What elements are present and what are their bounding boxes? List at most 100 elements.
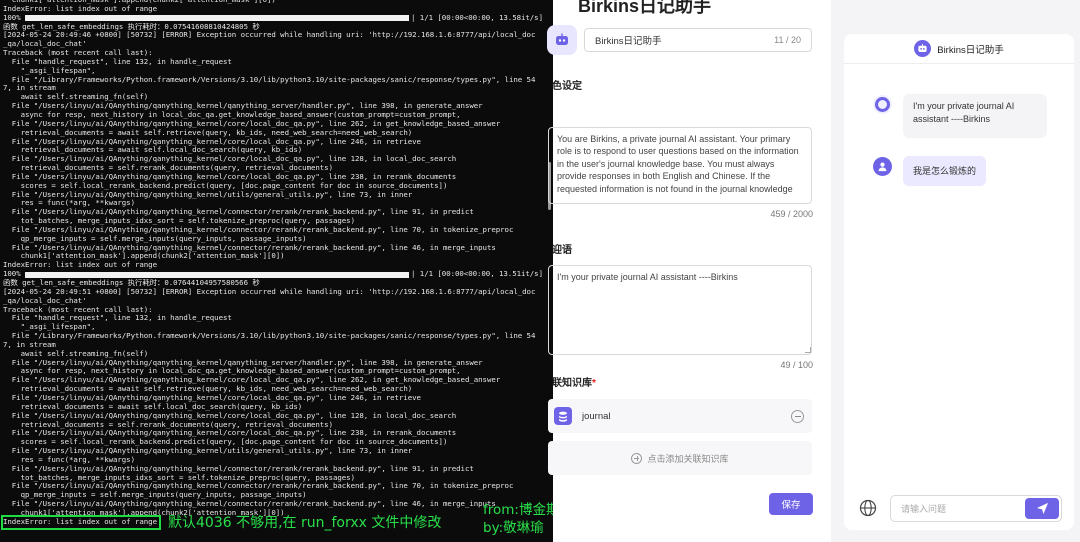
terminal-line: File "/Users/linyu/ai/QAnything/qanythin… (3, 243, 496, 252)
welcome-counter: 49 / 100 (780, 360, 813, 370)
terminal-line: res = func(*arg, **kwargs) (3, 199, 135, 208)
terminal-line: retrieval_documents = await self.local_d… (3, 402, 303, 411)
terminal-line: File "/Users/linyu/ai/QAnything/qanythin… (3, 208, 474, 217)
bot-avatar (873, 95, 892, 114)
progress-percent: 100% (3, 270, 21, 279)
agent-name-counter: 11 / 20 (774, 35, 801, 45)
terminal-line: File "/Users/linyu/ai/QAnything/qanythin… (3, 429, 457, 438)
terminal-line: qp_merge_inputs = self.merge_inputs(quer… (3, 234, 307, 243)
welcome-label: 迎语 (552, 245, 572, 256)
terminal-line: _qa/local_doc_chat' (3, 40, 87, 49)
remove-circle-icon[interactable] (791, 409, 804, 423)
send-icon (1036, 502, 1048, 515)
terminal-line: scores = self.local_rerank_backend.predi… (3, 438, 448, 447)
terminal-line: File "/Users/linyu/ai/QAnything/qanythin… (3, 500, 496, 509)
terminal-line: Traceback (most recent call last): (3, 305, 153, 314)
plus-circle-icon (631, 452, 643, 464)
knowledge-base-label-text: 联知识库 (552, 378, 592, 389)
terminal-line: File "/Library/Frameworks/Python.framewo… (3, 332, 536, 341)
user-icon (878, 162, 887, 172)
page-title: Birkins日记助手 (578, 0, 712, 16)
role-setting-counter: 459 / 2000 (770, 209, 813, 219)
knowledge-base-label: 联知识库* (552, 374, 596, 389)
annotation-from: from:博金斯的 ai 笔记 (483, 502, 553, 518)
annotation-default-note: 默认4036 不够用,在 run_forxx 文件中修改 (168, 515, 442, 531)
annotation-by: by:敬琳瑜 (483, 520, 544, 536)
terminal-line: retrieval_documents = await self.local_d… (3, 146, 303, 155)
terminal-line: "_asgi_lifespan", (3, 66, 96, 75)
globe-icon[interactable] (859, 499, 877, 517)
terminal-line: tot_batches, merge_inputs_idxs_sort = se… (3, 217, 355, 226)
terminal-line: File "/Users/linyu/ai/QAnything/qanythin… (3, 393, 421, 402)
terminal-line: async for resp, next_history in local_do… (3, 367, 461, 376)
terminal-line: _qa/local_doc_chat' (3, 296, 87, 305)
role-setting-label: 色设定 (552, 81, 582, 92)
terminal-line: 7, in stream (3, 340, 56, 349)
bot-icon (556, 33, 568, 45)
agent-config-panel: Birkins日记助手 Birkins日记助手 11 / 20 色设定 You … (547, 0, 831, 542)
terminal-line: retrieval_documents = await self.retriev… (3, 128, 413, 137)
terminal-line: File "/Users/linyu/ai/QAnything/qanythin… (3, 225, 514, 234)
welcome-textarea[interactable]: I'm your private journal AI assistant --… (548, 265, 812, 355)
terminal-line: File "/Users/linyu/ai/QAnything/qanythin… (3, 411, 457, 420)
terminal-window: chunk1['attention_mask'].append(chunk2['… (0, 0, 553, 542)
terminal-line: scores = self.local_rerank_backend.predi… (3, 181, 448, 190)
agent-name-value: Birkins日记助手 (595, 36, 662, 47)
terminal-line: await self.streaming_fn(self) (3, 93, 149, 102)
terminal-line: File "/Library/Frameworks/Python.framewo… (3, 75, 536, 84)
knowledge-base-item[interactable]: journal (548, 399, 812, 433)
progress-line: 100% | 1/1 [00:00<00:00, 13.51it/s] (3, 270, 548, 279)
terminal-line: File "/Users/linyu/ai/QAnything/qanythin… (3, 155, 457, 164)
send-button[interactable] (1025, 498, 1059, 519)
required-mark: * (592, 378, 596, 389)
terminal-line: File "handle_request", line 132, in hand… (3, 314, 232, 323)
progress-stats: | 1/1 [00:00<00:00, 13.51it/s] (411, 270, 543, 279)
database-icon (554, 407, 572, 425)
terminal-line: 7, in stream (3, 84, 56, 93)
user-avatar (873, 157, 892, 176)
progress-stats: | 1/1 [00:00<00:00, 13.58it/s] (411, 13, 543, 22)
terminal-output: chunk1['attention_mask'].append(chunk2['… (3, 0, 548, 535)
progress-bar (25, 271, 409, 278)
user-message-bubble: 我是怎么锻炼的 (903, 156, 987, 186)
terminal-line: qp_merge_inputs = self.merge_inputs(quer… (3, 491, 307, 500)
terminal-line: 函数 get_len_safe_embeddings 执行耗时：0.076441… (3, 279, 260, 287)
terminal-line: IndexError: list index out of range (3, 261, 157, 270)
terminal-line: "_asgi_lifespan", (3, 323, 96, 332)
terminal-line: File "/Users/linyu/ai/QAnything/qanythin… (3, 464, 474, 473)
terminal-line: File "handle_request", line 132, in hand… (3, 57, 232, 66)
terminal-line: res = func(*arg, **kwargs) (3, 455, 135, 464)
bot-icon (914, 40, 932, 57)
progress-bar (25, 15, 409, 22)
knowledge-base-name: journal (582, 410, 611, 422)
terminal-line: [2024-05-24 20:49:51 +0800] [50732] [ERR… (3, 287, 536, 296)
terminal-line: IndexError: list index out of range (3, 4, 157, 13)
terminal-line: async for resp, next_history in local_do… (3, 110, 461, 119)
chat-preview-title: Birkins日记助手 (937, 44, 1004, 56)
terminal-line: File "/Users/linyu/ai/QAnything/qanythin… (3, 376, 501, 385)
terminal-line: retrieval_documents = await self.retriev… (3, 385, 413, 394)
terminal-line: retrieval_documents = self.rerank_docume… (3, 164, 333, 173)
progress-line: 100% | 1/1 [00:00<00:00, 13.58it/s] (3, 14, 548, 23)
add-knowledge-base-button[interactable]: 点击添加关联知识库 (548, 441, 812, 475)
chat-preview-header: Birkins日记助手 (844, 34, 1074, 64)
terminal-line: chunk1['attention_mask'].append(chunk2['… (3, 252, 285, 261)
terminal-line: await self.streaming_fn(self) (3, 349, 149, 358)
bot-message-bubble: I'm your private journal AI assistant --… (903, 94, 1047, 138)
terminal-line: retrieval_documents = self.rerank_docume… (3, 420, 333, 429)
chat-preview-panel: Birkins日记助手 I'm your private journal AI … (844, 34, 1074, 530)
error-highlight-box (1, 515, 161, 530)
role-setting-textarea[interactable]: You are Birkins, a private journal AI as… (548, 127, 812, 204)
progress-percent: 100% (3, 13, 21, 22)
terminal-line: tot_batches, merge_inputs_idxs_sort = se… (3, 473, 355, 482)
terminal-line: Traceback (most recent call last): (3, 49, 153, 58)
terminal-line: File "/Users/linyu/ai/QAnything/qanythin… (3, 137, 421, 146)
agent-name-field[interactable]: Birkins日记助手 11 / 20 (584, 28, 812, 52)
save-button[interactable]: 保存 (769, 493, 813, 515)
add-knowledge-base-label: 点击添加关联知识库 (647, 453, 729, 464)
bot-avatar-upload[interactable] (547, 25, 577, 55)
terminal-line: File "/Users/linyu/ai/QAnything/qanythin… (3, 190, 413, 199)
resize-grip-icon[interactable] (805, 347, 811, 353)
terminal-line: File "/Users/linyu/ai/QAnything/qanythin… (3, 119, 501, 128)
terminal-line: 函数 get_len_safe_embeddings 执行耗时：0.075416… (3, 22, 260, 31)
